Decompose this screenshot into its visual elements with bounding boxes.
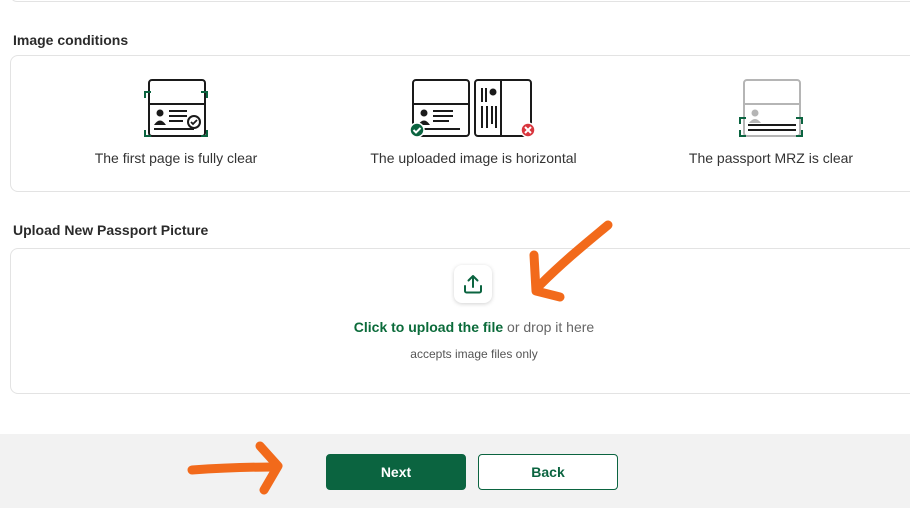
upload-icon-button[interactable] [454,265,492,303]
passport-upload-page: Image conditions The first page is fully… [0,0,910,508]
upload-link[interactable]: Click to upload the file [354,319,503,335]
image-conditions-card: The first page is fully clear The upload… [10,55,910,192]
back-button[interactable]: Back [478,454,618,490]
next-button[interactable]: Next [326,454,466,490]
upload-hint: accepts image files only [410,347,538,361]
footer-bar: Next Back [0,434,910,508]
passport-mrz-icon [739,79,803,137]
passport-first-page-icon [144,79,208,137]
image-conditions-title: Image conditions [13,32,129,48]
condition-caption: The passport MRZ is clear [688,150,854,166]
previous-card-edge [10,0,910,2]
upload-icon [464,275,482,294]
passport-orientation-icon [408,79,536,138]
condition-caption: The uploaded image is horizontal [370,150,577,166]
condition-caption: The first page is fully clear [94,150,258,166]
condition-first-page: The first page is fully clear [91,56,261,193]
upload-instructions: Click to upload the file or drop it here [11,319,910,335]
upload-drop-text: or drop it here [503,319,595,335]
upload-dropzone[interactable]: Click to upload the file or drop it here… [10,248,910,394]
condition-horizontal: The uploaded image is horizontal [361,56,586,193]
condition-mrz: The passport MRZ is clear [681,56,861,193]
upload-title: Upload New Passport Picture [13,222,209,238]
